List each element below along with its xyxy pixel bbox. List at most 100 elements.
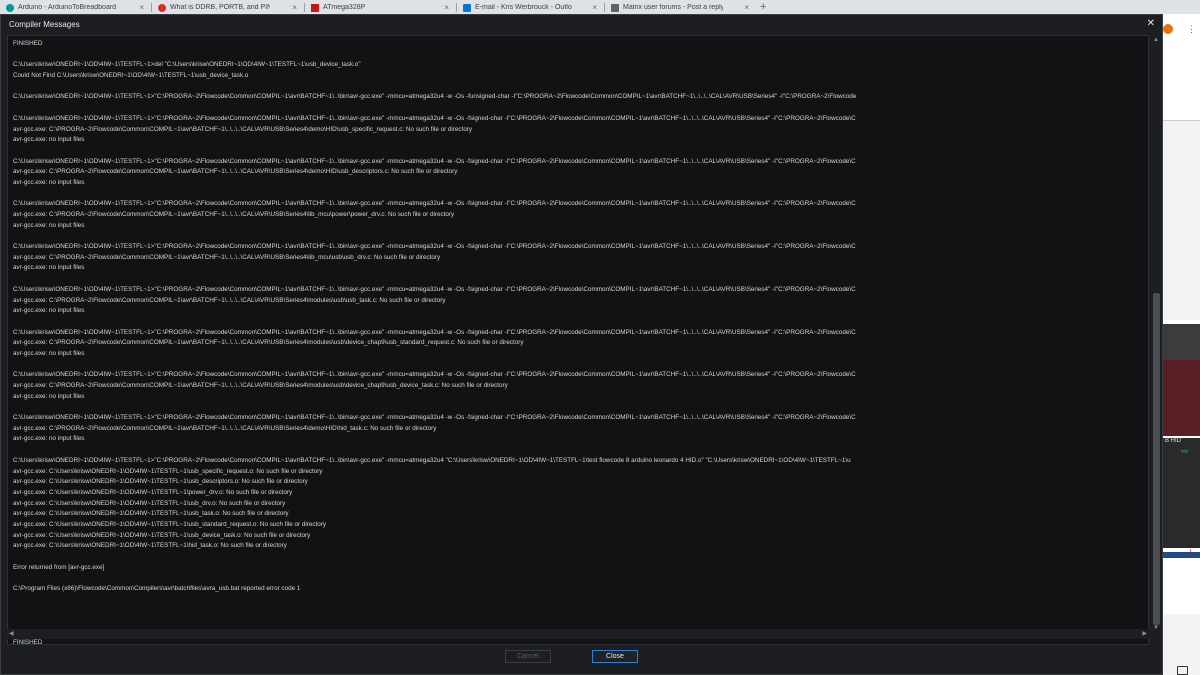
log-line: C:\Users\krisw\ONEDRI~1\OD\4IW~1\TESTFL~… — [13, 61, 361, 69]
browser-tab-strip: Arduino - ArduinoToBreadboard × What is … — [0, 0, 1200, 14]
background-hid-label: B HID — [1165, 438, 1182, 444]
close-tab-icon[interactable]: × — [438, 3, 455, 12]
log-line: C:\Users\krisw\ONEDRI~1\OD\4IW~1\TESTFL~… — [13, 371, 856, 379]
background-toolbar — [1163, 324, 1200, 360]
close-button[interactable]: Close — [592, 650, 638, 663]
log-line: C:\Users\krisw\ONEDRI~1\OD\4IW~1\TESTFL~… — [13, 93, 857, 101]
log-line: C:\Users\krisw\ONEDRI~1\OD\4IW~1\TESTFL~… — [13, 414, 856, 422]
log-line: avr-gcc.exe: no input files — [13, 435, 85, 443]
log-line: avr-gcc.exe: no input files — [13, 178, 85, 186]
log-line: avr-gcc.exe: no input files — [13, 392, 85, 400]
log-line: avr-gcc.exe: C:\Users\krisw\ONEDRI~1\OD\… — [13, 531, 311, 539]
quora-icon — [158, 3, 166, 12]
browser-tab[interactable]: What is DDRB, PORTB, and PINB × — [152, 1, 303, 14]
log-line: avr-gcc.exe: C:\Users\krisw\ONEDRI~1\OD\… — [13, 520, 327, 528]
dialog-title: Compiler Messages — [9, 20, 80, 29]
forum-icon — [611, 3, 619, 12]
scroll-right-icon[interactable]: ▶ — [1142, 630, 1147, 637]
outlook-icon — [463, 3, 471, 12]
scroll-down-icon[interactable]: ▼ — [1153, 625, 1159, 631]
browser-tab-label: Matrix user forums - Post a reply — [623, 4, 723, 11]
green-arrow-icon: ⇨ — [1181, 446, 1189, 456]
browser-tab[interactable]: E-mail - Kris Werbrouck - Outlo × — [457, 1, 603, 14]
log-line: avr-gcc.exe: C:\Users\krisw\ONEDRI~1\OD\… — [13, 542, 287, 550]
close-tab-icon[interactable]: × — [286, 3, 303, 12]
log-line: avr-gcc.exe: C:\Users\krisw\ONEDRI~1\OD\… — [13, 499, 286, 507]
log-line: avr-gcc.exe: no input files — [13, 264, 85, 272]
log-line: C:\Users\krisw\ONEDRI~1\OD\4IW~1\TESTFL~… — [13, 285, 856, 293]
browser-tab-label: Arduino - ArduinoToBreadboard — [18, 4, 117, 11]
horizontal-scrollbar[interactable]: ◀ ▶ — [7, 629, 1149, 639]
log-line: avr-gcc.exe: no input files — [13, 307, 85, 315]
log-line: avr-gcc.exe: C:\Users\krisw\ONEDRI~1\OD\… — [13, 467, 323, 475]
log-line: C:\Users\krisw\ONEDRI~1\OD\4IW~1\TESTFL~… — [13, 200, 856, 208]
browser-tab-label: What is DDRB, PORTB, and PINB — [170, 4, 270, 11]
browser-tab[interactable]: Arduino - ArduinoToBreadboard × — [0, 1, 150, 14]
browser-tab-label: E-mail - Kris Werbrouck - Outlo — [475, 4, 572, 11]
arduino-icon — [6, 3, 14, 12]
log-line: avr-gcc.exe: C:\PROGRA~2\Flowcode\Common… — [13, 168, 458, 176]
background-window: ⋮ B HID ⇨ -1 — [1163, 14, 1200, 675]
close-tab-icon[interactable]: × — [133, 3, 150, 12]
compiler-messages-dialog: Compiler Messages ✕ FINISHED C:\Users\kri… — [0, 14, 1163, 675]
background-panel-maroon — [1163, 360, 1200, 436]
log-line: avr-gcc.exe: C:\Users\krisw\ONEDRI~1\OD\… — [13, 510, 289, 518]
background-panel — [1163, 120, 1200, 320]
log-line: avr-gcc.exe: C:\Users\krisw\ONEDRI~1\OD\… — [13, 478, 308, 486]
log-line: avr-gcc.exe: C:\PROGRA~2\Flowcode\Common… — [13, 296, 446, 304]
compiler-log-text: FINISHED C:\Users\krisw\ONEDRI~1\OD\4IW~1… — [13, 39, 1144, 644]
log-line: avr-gcc.exe: C:\PROGRA~2\Flowcode\Common… — [13, 339, 524, 347]
log-line: C:\Users\krisw\ONEDRI~1\OD\4IW~1\TESTFL~… — [13, 157, 856, 165]
scroll-left-icon[interactable]: ◀ — [9, 630, 14, 637]
log-line: avr-gcc.exe: no input files — [13, 349, 85, 357]
compiler-log[interactable]: FINISHED C:\Users\krisw\ONEDRI~1\OD\4IW~1… — [7, 35, 1149, 645]
close-tab-icon[interactable]: × — [738, 3, 755, 12]
new-tab-button[interactable]: + — [760, 0, 766, 14]
log-line: avr-gcc.exe: C:\PROGRA~2\Flowcode\Common… — [13, 125, 473, 133]
log-line: C:\Users\krisw\ONEDRI~1\OD\4IW~1\TESTFL~… — [13, 243, 856, 251]
log-line: avr-gcc.exe: C:\PROGRA~2\Flowcode\Common… — [13, 211, 455, 218]
chat-icon[interactable] — [1177, 666, 1188, 675]
log-line: avr-gcc.exe: C:\PROGRA~2\Flowcode\Common… — [13, 253, 441, 261]
log-line: C:\Users\krisw\ONEDRI~1\OD\4IW~1\TESTFL~… — [13, 328, 856, 336]
log-line: FINISHED — [13, 40, 43, 47]
log-line: C:\Users\krisw\ONEDRI~1\OD\4IW~1\TESTFL~… — [13, 456, 851, 464]
background-red-label: -1 — [1187, 550, 1193, 556]
log-line: avr-gcc.exe: no input files — [13, 221, 85, 229]
vertical-scrollbar[interactable]: ▲ ▼ — [1151, 35, 1162, 645]
microchip-icon — [311, 3, 319, 12]
close-icon[interactable]: ✕ — [1147, 18, 1155, 29]
dialog-titlebar[interactable]: Compiler Messages ✕ — [1, 15, 1162, 35]
more-menu-icon[interactable]: ⋮ — [1187, 24, 1196, 35]
browser-tab[interactable]: ATmega328P × — [305, 1, 455, 14]
log-line: avr-gcc.exe: C:\PROGRA~2\Flowcode\Common… — [13, 382, 508, 389]
log-line: avr-gcc.exe: C:\PROGRA~2\Flowcode\Common… — [13, 424, 437, 432]
scroll-up-icon[interactable]: ▲ — [1153, 37, 1159, 43]
log-line: avr-gcc.exe: C:\Users\krisw\ONEDRI~1\OD\… — [13, 488, 293, 496]
browser-tab-label: ATmega328P — [323, 4, 366, 11]
log-line: C:\Program Files (x86)\Flowcode\Common\C… — [13, 585, 301, 593]
log-line: Error returned from [avr-gcc.exe] — [13, 563, 105, 571]
log-line: Could Not Find C:\Users\krisw\ONEDRI~1\O… — [13, 72, 249, 80]
cancel-button[interactable]: Cancel — [505, 650, 551, 663]
log-line: avr-gcc.exe: no input files — [13, 136, 85, 144]
scrollbar-thumb[interactable] — [1153, 293, 1160, 625]
profile-avatar[interactable] — [1163, 24, 1173, 34]
browser-tab[interactable]: Matrix user forums - Post a reply × — [605, 1, 755, 14]
close-tab-icon[interactable]: × — [586, 3, 603, 12]
